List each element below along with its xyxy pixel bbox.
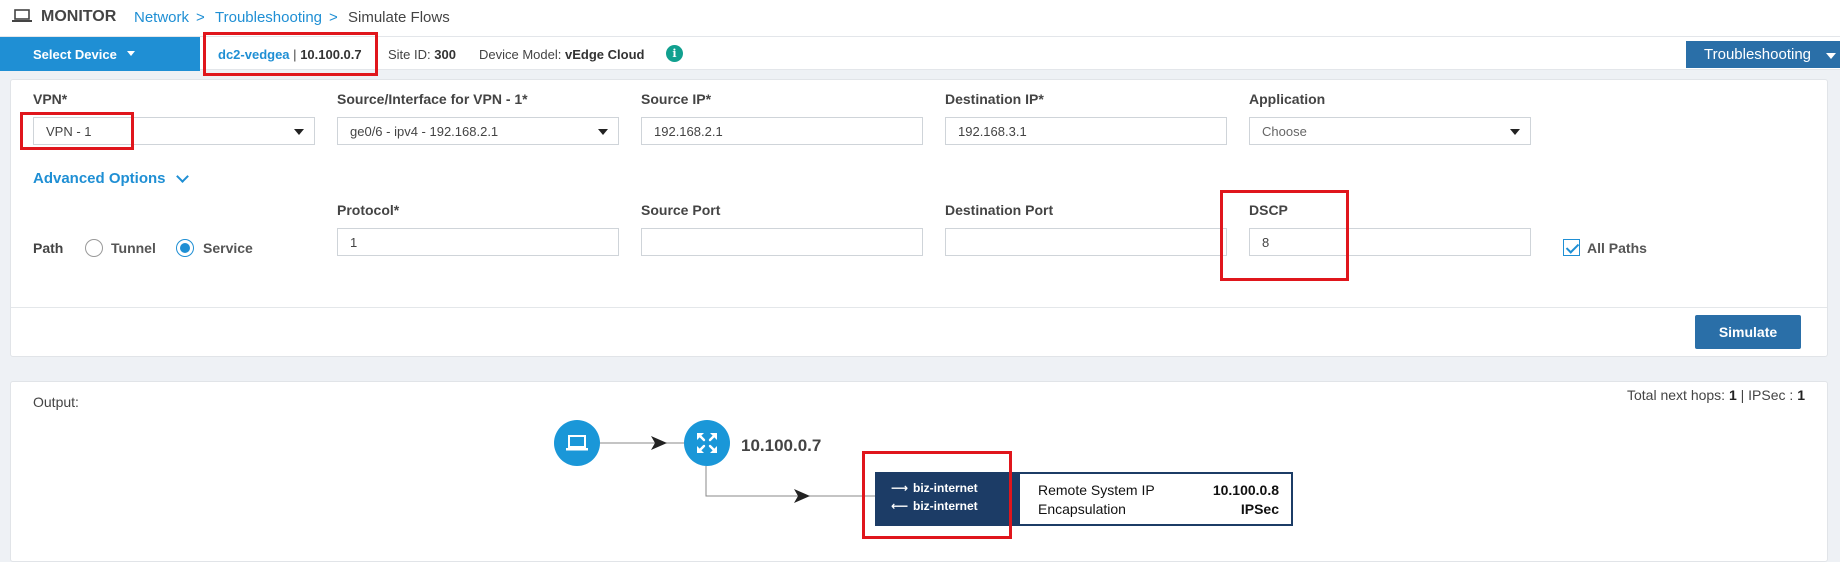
caret-down-icon [598,129,608,135]
highlight-dscp [1220,190,1349,281]
source-port-label: Source Port [641,202,721,218]
highlight-device [203,32,378,76]
breadcrumb-network[interactable]: Network [134,9,189,26]
destination-ip-value: 192.168.3.1 [958,124,1027,139]
router-icon [697,433,717,453]
breadcrumb-bar: MONITOR Network > Troubleshooting > Simu… [0,0,1840,36]
remote-system-ip-value: 10.100.0.8 [1212,482,1279,498]
destination-ip-label: Destination IP* [945,91,1044,107]
encapsulation-label: Encapsulation [1038,501,1126,517]
source-host-node[interactable] [554,420,600,466]
device-model-value: vEdge Cloud [565,47,645,62]
highlight-tunnel [862,451,1012,539]
caret-down-icon [1510,129,1520,135]
breadcrumb-separator: > [329,9,338,26]
advanced-options-toggle[interactable]: Advanced Options [33,170,166,187]
source-ip-value: 192.168.2.1 [654,124,723,139]
all-paths-checkbox[interactable] [1563,239,1580,256]
highlight-vpn [20,112,134,150]
site-id-label: Site ID: [388,47,431,62]
troubleshooting-dropdown-button[interactable]: Troubleshooting [1686,41,1840,68]
router-node-ip: 10.100.0.7 [741,436,822,455]
source-interface-label: Source/Interface for VPN - 1* [337,91,528,107]
caret-down-icon [294,129,304,135]
vpn-label: VPN* [33,91,68,107]
breadcrumb-separator: > [196,9,205,26]
source-ip-input[interactable]: 192.168.2.1 [641,117,923,145]
site-id-value: 300 [434,47,456,62]
device-model-label: Device Model: [479,47,562,62]
source-interface-value: ge0/6 - ipv4 - 192.168.2.1 [350,124,499,139]
application-select[interactable]: Choose [1249,117,1531,145]
radio-service-label: Service [203,240,253,256]
site-id: Site ID: 300 [388,47,456,62]
breadcrumb-current: Simulate Flows [348,9,450,26]
troubleshooting-label: Troubleshooting [1704,46,1812,63]
info-icon[interactable]: i [666,45,683,62]
simulate-button[interactable]: Simulate [1695,315,1801,349]
destination-port-input[interactable] [945,228,1227,256]
router-node[interactable] [684,420,730,466]
select-device-button[interactable]: Select Device [0,37,200,71]
simulate-form-panel: VPN* VPN - 1 Source/Interface for VPN - … [10,79,1828,357]
flow-link [705,466,875,497]
destination-port-label: Destination Port [945,202,1054,218]
all-paths-label: All Paths [1587,240,1647,256]
divider [11,307,1827,308]
protocol-value: 1 [350,235,358,250]
laptop-icon [12,9,32,22]
radio-tunnel-label: Tunnel [111,240,156,256]
section-title: MONITOR [41,8,117,25]
radio-tunnel[interactable] [85,239,103,257]
remote-system-ip-label: Remote System IP [1038,482,1155,498]
path-label: Path [33,240,64,256]
radio-service[interactable] [176,239,194,257]
protocol-label: Protocol* [337,202,400,218]
source-interface-select[interactable]: ge0/6 - ipv4 - 192.168.2.1 [337,117,619,145]
select-device-label: Select Device [33,47,117,62]
chevron-down-icon[interactable] [176,170,189,183]
application-placeholder: Choose [1262,124,1307,139]
source-port-input[interactable] [641,228,923,256]
caret-down-icon [1826,53,1836,59]
device-model: Device Model: vEdge Cloud [479,47,644,62]
application-label: Application [1249,91,1326,107]
protocol-input[interactable]: 1 [337,228,619,256]
laptop-icon [566,435,588,451]
source-ip-label: Source IP* [641,91,712,107]
caret-down-icon [127,51,135,56]
encapsulation-value: IPSec [1240,501,1279,517]
breadcrumb-troubleshooting[interactable]: Troubleshooting [215,9,322,26]
destination-ip-input[interactable]: 192.168.3.1 [945,117,1227,145]
